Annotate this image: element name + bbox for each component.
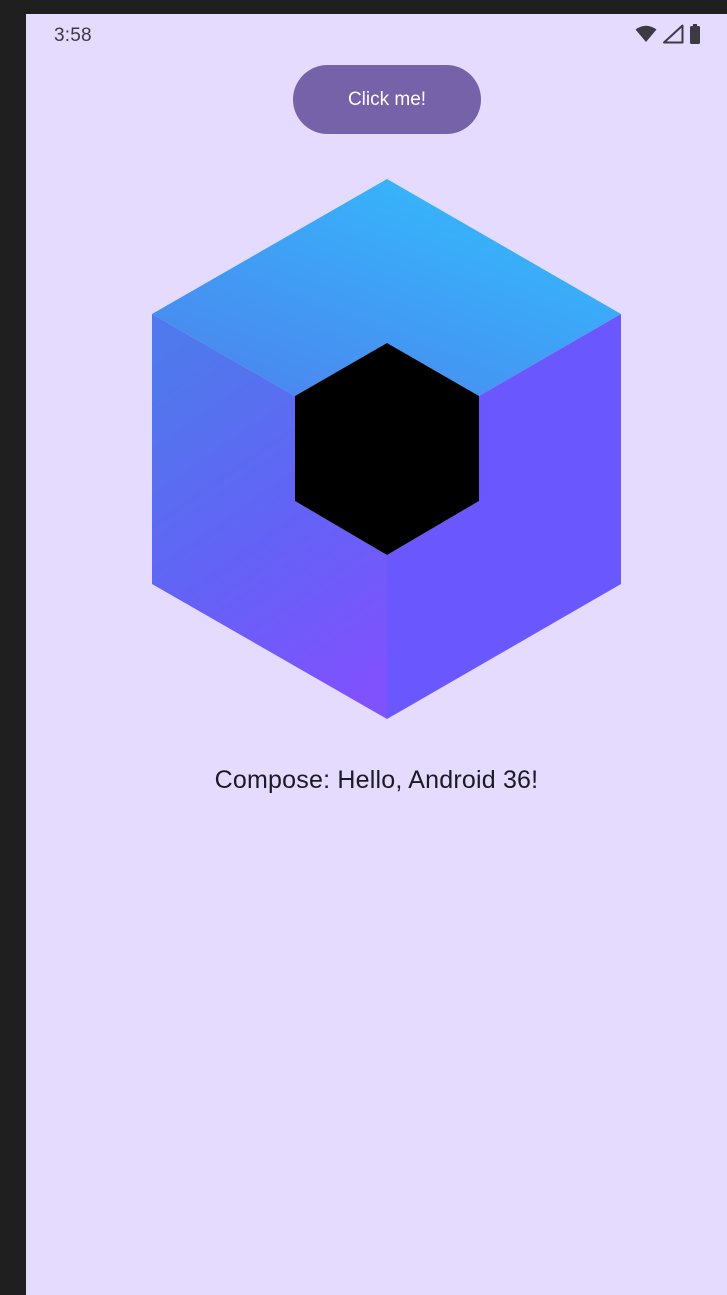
device-frame: 3:58 Click me! Compose: Hello, Android 3… xyxy=(0,0,727,1295)
app-screen: 3:58 Click me! Compose: Hello, Android 3… xyxy=(26,14,727,1295)
status-time: 3:58 xyxy=(54,25,92,46)
wifi-icon xyxy=(635,25,657,48)
status-icons xyxy=(635,23,701,49)
battery-icon xyxy=(689,23,701,49)
jetpack-compose-logo xyxy=(152,179,621,719)
cell-signal-icon xyxy=(662,24,684,49)
click-me-button[interactable]: Click me! xyxy=(293,65,481,134)
status-bar: 3:58 xyxy=(26,14,727,60)
greeting-text: Compose: Hello, Android 36! xyxy=(214,766,539,794)
